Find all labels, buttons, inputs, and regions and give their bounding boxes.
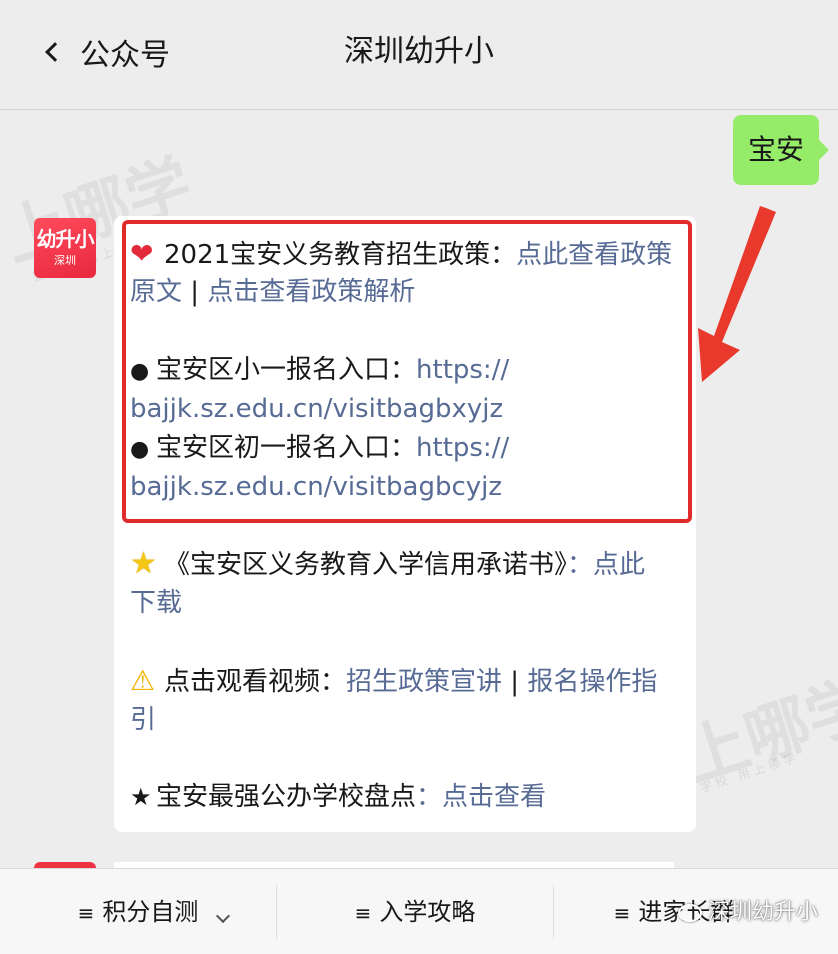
policy-video-link[interactable]: 招生政策宣讲: [346, 667, 502, 697]
page-title: 深圳幼升小: [344, 34, 494, 69]
arrow-shape: [698, 206, 776, 382]
guide-video-link[interactable]: 引: [130, 705, 156, 735]
menu-icon: ≡: [77, 901, 95, 925]
warning-icon: ⚠: [130, 664, 156, 697]
video-line: ⚠ 点击观看视频：招生政策宣讲 | 报名操作指: [130, 661, 657, 701]
ranking-colon: ：: [416, 782, 443, 812]
ranking-text: 宝安最强公办学校盘点: [156, 782, 417, 812]
pledge-line-2: 下载: [130, 583, 182, 623]
star-icon: ★: [130, 546, 157, 581]
video-text: 点击观看视频：: [164, 667, 347, 697]
menu-icon: ≡: [613, 901, 631, 925]
highlight-box: [122, 220, 692, 523]
pledge-text: 《宝安区义务教育入学信用承诺书》: [164, 550, 568, 580]
brand-text: 深圳幼升小: [708, 900, 819, 925]
ranking-link[interactable]: 点击查看: [442, 782, 546, 812]
avatar-text: 幼升小: [36, 227, 95, 251]
menu-admission-guide[interactable]: ≡ 入学攻略: [277, 869, 553, 954]
wechat-icon: [678, 904, 702, 922]
avatar[interactable]: 幼升小 深圳: [34, 218, 96, 278]
menu-label: 入学攻略: [379, 898, 476, 926]
video-line-2: 引: [130, 700, 156, 740]
avatar-subtext: 深圳: [54, 254, 76, 267]
pledge-download-link[interactable]: 点此: [593, 550, 645, 580]
ranking-line: ★ 宝安最强公办学校盘点：点击查看: [130, 777, 546, 817]
nav-header: 公众号 深圳幼升小: [0, 0, 838, 110]
black-star-icon: ★: [130, 783, 152, 811]
pledge-download-link[interactable]: 下载: [130, 588, 182, 618]
pledge-colon: ：: [567, 550, 594, 580]
user-message-bubble[interactable]: 宝安: [733, 115, 829, 185]
menu-label: 积分自测: [102, 898, 199, 926]
pledge-line: ★ 《宝安区义务教育入学信用承诺书》：点此: [130, 544, 645, 584]
menu-points-test[interactable]: ≡ 积分自测: [0, 869, 276, 954]
separator: |: [502, 667, 528, 697]
guide-video-link[interactable]: 报名操作指: [527, 667, 657, 697]
red-arrow-annotation: [698, 206, 776, 382]
footer-brand-watermark: 深圳幼升小: [678, 898, 818, 928]
menu-icon: ≡: [354, 901, 372, 925]
watermark-sub: 查学校 用上哪学: [682, 749, 802, 801]
